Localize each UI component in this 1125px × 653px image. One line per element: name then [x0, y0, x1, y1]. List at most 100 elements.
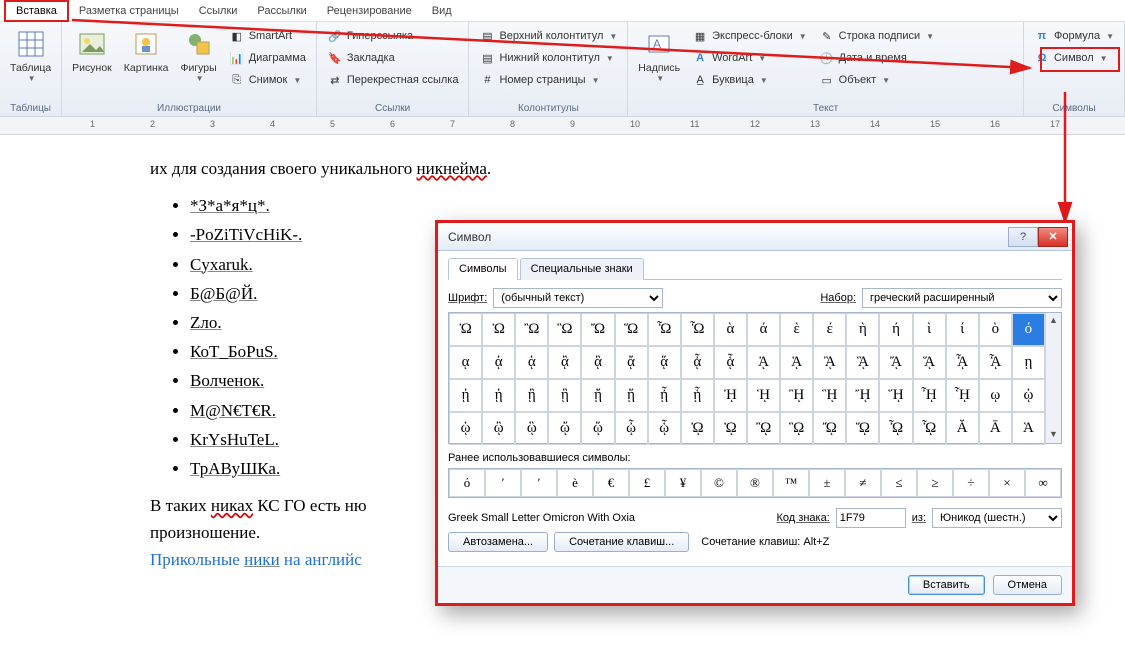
crossref-button[interactable]: ⇄Перекрестная ссылка: [323, 70, 463, 90]
char-cell[interactable]: ᾩ: [714, 412, 747, 445]
table-button[interactable]: Таблица ▼: [6, 26, 55, 85]
font-select[interactable]: (обычный текст): [493, 288, 663, 308]
sigline-button[interactable]: ✎Строка подписи▼: [815, 26, 938, 46]
char-cell[interactable]: ᾙ: [747, 379, 780, 412]
tab-special[interactable]: Специальные знаки: [520, 258, 644, 280]
char-cell[interactable]: ᾥ: [581, 412, 614, 445]
char-cell[interactable]: ᾈ: [747, 346, 780, 379]
char-cell[interactable]: ᾛ: [813, 379, 846, 412]
char-cell[interactable]: ὰ: [714, 313, 747, 346]
char-cell[interactable]: Ὦ: [648, 313, 681, 346]
char-cell[interactable]: ᾁ: [515, 346, 548, 379]
char-cell[interactable]: ᾚ: [780, 379, 813, 412]
recent-cell[interactable]: ≠: [845, 469, 881, 497]
char-cell[interactable]: ᾮ: [879, 412, 912, 445]
char-cell[interactable]: Ὠ: [449, 313, 482, 346]
char-cell[interactable]: ᾂ: [548, 346, 581, 379]
char-cell[interactable]: Ὢ: [515, 313, 548, 346]
cancel-button[interactable]: Отмена: [993, 575, 1062, 595]
shortcut-button[interactable]: Сочетание клавиш...: [554, 532, 689, 552]
recent-cell[interactable]: è: [557, 469, 593, 497]
char-cell[interactable]: ᾖ: [648, 379, 681, 412]
recent-cell[interactable]: ≤: [881, 469, 917, 497]
recent-cell[interactable]: ′: [521, 469, 557, 497]
symbol-button[interactable]: ΩСимвол▼: [1030, 48, 1118, 68]
char-cell[interactable]: ὸ: [979, 313, 1012, 346]
chart-button[interactable]: 📊Диаграмма: [225, 48, 310, 68]
datetime-button[interactable]: 🕔Дата и время: [815, 48, 938, 68]
close-button[interactable]: ✕: [1038, 227, 1068, 247]
recent-cell[interactable]: ÷: [953, 469, 989, 497]
char-cell[interactable]: ᾊ: [813, 346, 846, 379]
char-cell[interactable]: ί: [946, 313, 979, 346]
tab-references[interactable]: Ссылки: [189, 2, 248, 20]
char-cell[interactable]: Ὧ: [681, 313, 714, 346]
char-cell[interactable]: ᾎ: [946, 346, 979, 379]
formula-button[interactable]: πФормула▼: [1030, 26, 1118, 46]
char-cell[interactable]: ᾍ: [913, 346, 946, 379]
char-cell[interactable]: Ᾰ: [946, 412, 979, 445]
char-cell[interactable]: ᾡ: [449, 412, 482, 445]
char-cell[interactable]: Ὤ: [581, 313, 614, 346]
recent-cell[interactable]: ®: [737, 469, 773, 497]
char-cell[interactable]: ᾌ: [879, 346, 912, 379]
char-cell[interactable]: Ὥ: [615, 313, 648, 346]
hyperlink-button[interactable]: 🔗Гиперссылка: [323, 26, 463, 46]
insert-button[interactable]: Вставить: [908, 575, 985, 595]
recent-cell[interactable]: ±: [809, 469, 845, 497]
scroll-down-icon[interactable]: ▼: [1048, 429, 1060, 441]
tab-insert[interactable]: Вставка: [4, 0, 69, 22]
footer-button[interactable]: ▤Нижний колонтитул▼: [475, 48, 621, 68]
char-cell[interactable]: ή: [879, 313, 912, 346]
bookmark-button[interactable]: 🔖Закладка: [323, 48, 463, 68]
char-cell[interactable]: ᾣ: [515, 412, 548, 445]
autocorrect-button[interactable]: Автозамена...: [448, 532, 548, 552]
char-cell[interactable]: ᾜ: [846, 379, 879, 412]
recent-cell[interactable]: ′: [485, 469, 521, 497]
tab-view[interactable]: Вид: [422, 2, 462, 20]
subset-select[interactable]: греческий расширенный: [862, 288, 1062, 308]
char-cell[interactable]: ᾐ: [449, 379, 482, 412]
char-cell[interactable]: ᾭ: [846, 412, 879, 445]
object-button[interactable]: ▭Объект▼: [815, 70, 938, 90]
char-cell[interactable]: Ὣ: [548, 313, 581, 346]
char-cell[interactable]: ᾯ: [913, 412, 946, 445]
picture-button[interactable]: Рисунок: [68, 26, 116, 76]
char-cell[interactable]: ᾀ: [482, 346, 515, 379]
char-cell[interactable]: Ὡ: [482, 313, 515, 346]
shapes-button[interactable]: Фигуры ▼: [176, 26, 220, 85]
ruler[interactable]: 1234567891011121314151617: [0, 117, 1125, 135]
char-cell[interactable]: ᾓ: [548, 379, 581, 412]
char-cell[interactable]: ᾃ: [581, 346, 614, 379]
char-cell[interactable]: ᾬ: [813, 412, 846, 445]
dialog-titlebar[interactable]: Символ ? ✕: [438, 223, 1072, 251]
char-cell[interactable]: ᾆ: [681, 346, 714, 379]
dropcap-button[interactable]: A̲Буквица▼: [688, 70, 811, 90]
char-cell[interactable]: Ὰ: [1012, 412, 1045, 445]
char-cell[interactable]: ᾳ: [449, 346, 482, 379]
char-cell[interactable]: ᾘ: [714, 379, 747, 412]
charcode-input[interactable]: [836, 508, 906, 528]
recent-cell[interactable]: £: [629, 469, 665, 497]
char-cell[interactable]: ᾕ: [615, 379, 648, 412]
scroll-up-icon[interactable]: ▲: [1048, 315, 1060, 327]
char-cell[interactable]: ὴ: [846, 313, 879, 346]
tab-symbols[interactable]: Символы: [448, 258, 518, 280]
char-cell[interactable]: ό: [1012, 313, 1045, 346]
tab-mailings[interactable]: Рассылки: [247, 2, 316, 20]
from-select[interactable]: Юникод (шестн.): [932, 508, 1062, 528]
char-cell[interactable]: ὲ: [780, 313, 813, 346]
char-cell[interactable]: ᾤ: [548, 412, 581, 445]
recent-cell[interactable]: ≥: [917, 469, 953, 497]
pagenum-button[interactable]: #Номер страницы▼: [475, 70, 621, 90]
quickparts-button[interactable]: ▦Экспресс-блоки▼: [688, 26, 811, 46]
char-cell[interactable]: ᾔ: [581, 379, 614, 412]
scrollbar[interactable]: ▲ ▼: [1045, 313, 1061, 443]
char-cell[interactable]: ᾧ: [648, 412, 681, 445]
char-cell[interactable]: ῳ: [979, 379, 1012, 412]
tab-review[interactable]: Рецензирование: [317, 2, 422, 20]
recent-cell[interactable]: ¥: [665, 469, 701, 497]
char-cell[interactable]: ᾞ: [913, 379, 946, 412]
screenshot-button[interactable]: ⎘Снимок▼: [225, 70, 310, 90]
char-cell[interactable]: ᾫ: [780, 412, 813, 445]
